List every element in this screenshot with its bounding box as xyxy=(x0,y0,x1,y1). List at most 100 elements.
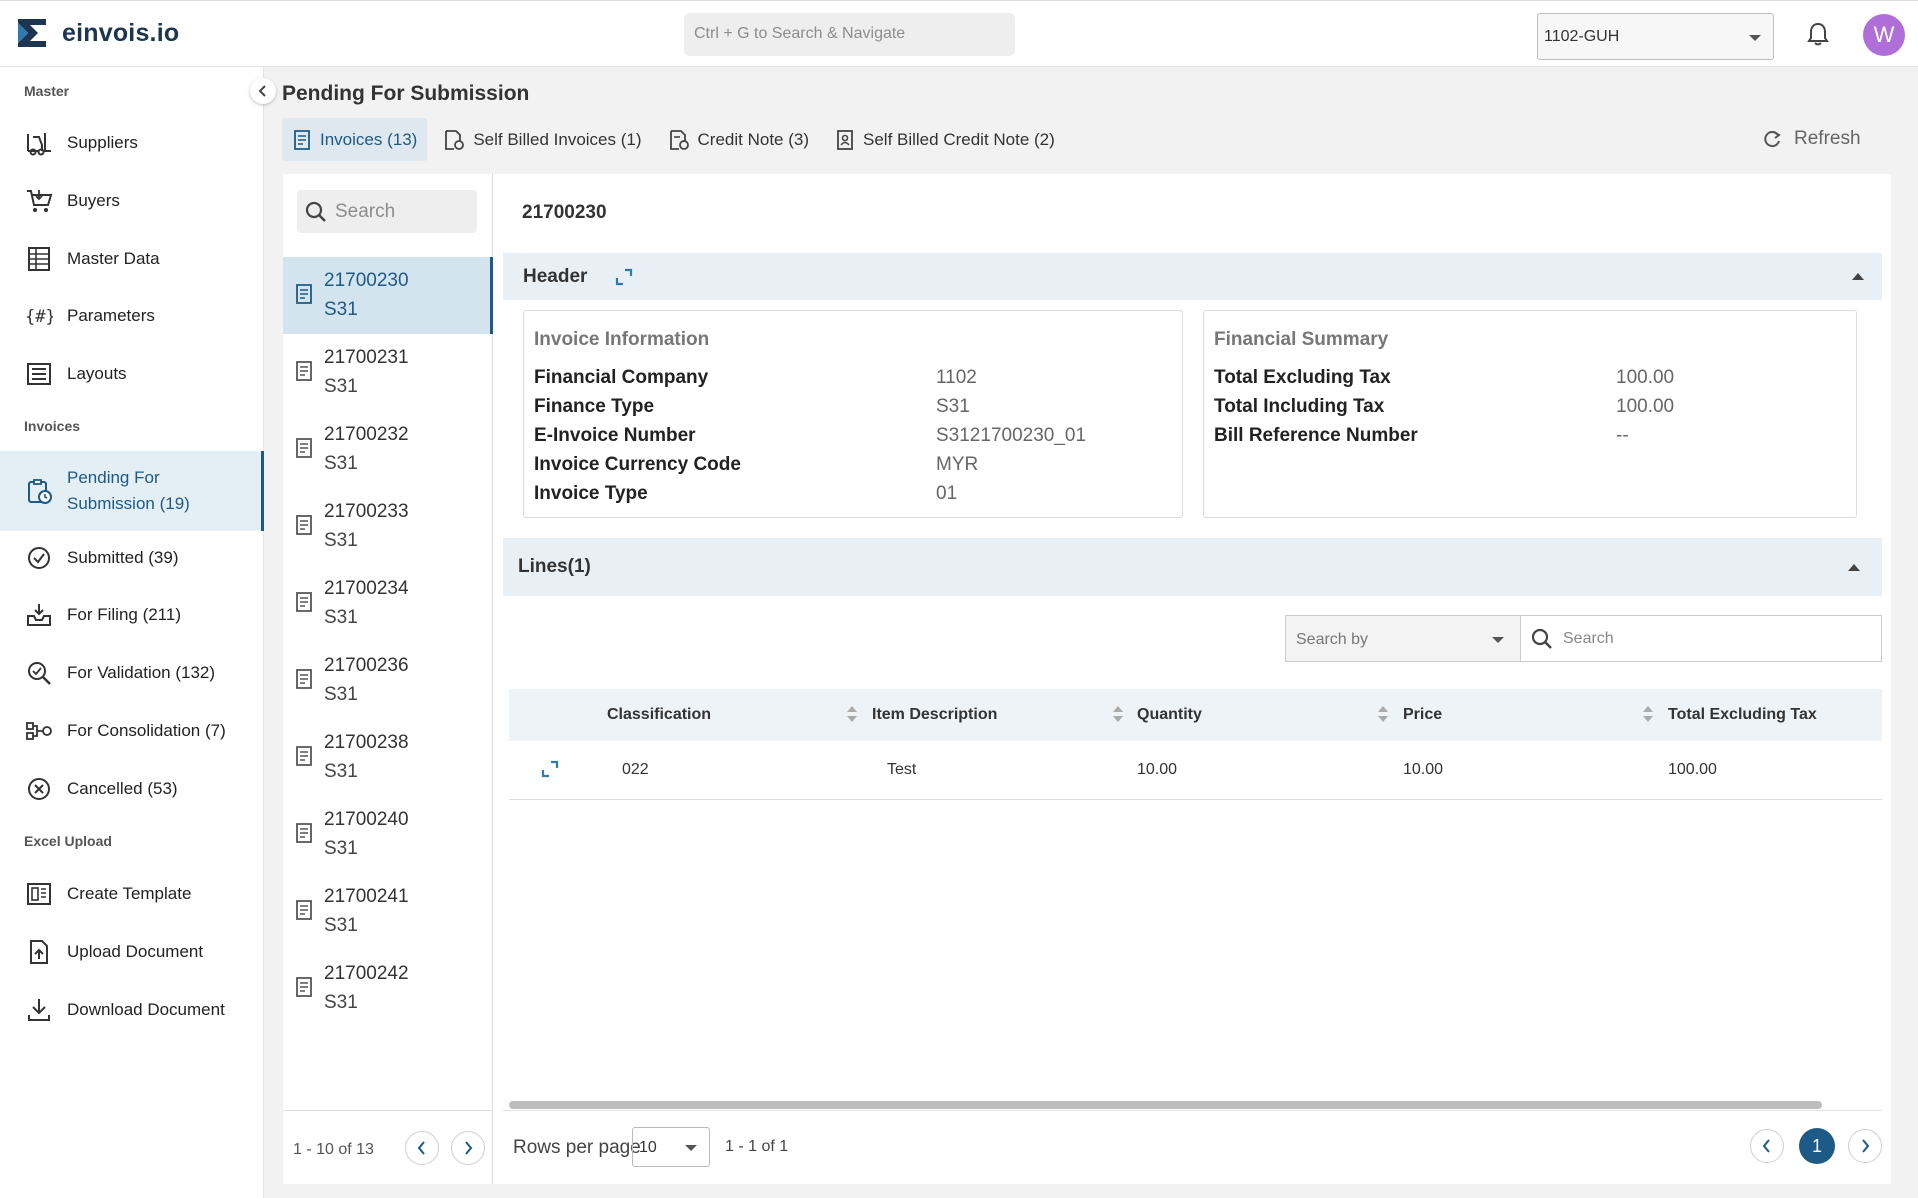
invoice-list-item[interactable]: 21700241 S31 xyxy=(283,873,493,950)
sidebar-item-for-filing[interactable]: For Filing (211) xyxy=(0,590,264,640)
column-header-quantity[interactable]: Quantity xyxy=(1137,706,1202,724)
sort-icon[interactable] xyxy=(1378,706,1388,724)
document-number-title: 21700230 xyxy=(522,202,607,223)
receipt-icon xyxy=(295,360,313,382)
invoice-list-item[interactable]: 21700233 S31 xyxy=(283,488,493,565)
receipt-icon xyxy=(295,514,313,536)
sidebar-item-label: For Consolidation (7) xyxy=(67,721,226,740)
invoice-number: 21700231 xyxy=(324,347,409,368)
sidebar-item-label: Parameters xyxy=(67,306,155,325)
sidebar-item-master-data[interactable]: Master Data xyxy=(0,234,264,284)
next-page-button[interactable] xyxy=(1848,1129,1882,1163)
expand-icon[interactable] xyxy=(615,268,633,286)
sidebar-item-buyers[interactable]: Buyers xyxy=(0,176,264,226)
bell-icon[interactable] xyxy=(1806,21,1830,47)
rows-per-page-select[interactable]: 10 xyxy=(632,1127,710,1167)
sidebar-item-cancelled[interactable]: Cancelled (53) xyxy=(0,764,264,814)
cell-item-description: Test xyxy=(887,761,917,778)
company-select[interactable]: 1102-GUH xyxy=(1537,13,1774,60)
lines-section-bar[interactable]: Lines(1) xyxy=(503,538,1882,596)
cell-price: 10.00 xyxy=(1403,761,1444,778)
field-value: S31 xyxy=(936,396,970,417)
clipboard-clock-icon xyxy=(25,477,53,505)
global-search-input[interactable]: Ctrl + G to Search & Navigate xyxy=(684,13,1015,56)
column-header-classification[interactable]: Classification xyxy=(607,706,711,724)
chevron-down-icon xyxy=(685,1145,697,1151)
field-value: MYR xyxy=(936,454,979,475)
sort-icon[interactable] xyxy=(1113,706,1123,724)
user-avatar[interactable]: W xyxy=(1863,14,1905,56)
sidebar-item-download-document[interactable]: Download Document xyxy=(0,985,264,1035)
invoice-list-item[interactable]: 21700236 S31 xyxy=(283,642,493,719)
sidebar-item-create-template[interactable]: Create Template xyxy=(0,869,264,919)
invoice-number: 21700241 xyxy=(324,886,409,907)
invoice-list-item[interactable]: 21700232 S31 xyxy=(283,411,493,488)
chevron-right-icon xyxy=(462,1141,474,1155)
column-header-item-description[interactable]: Item Description xyxy=(872,706,997,724)
receipt-icon xyxy=(295,283,313,305)
sidebar-item-label: Pending For Submission (19) xyxy=(67,468,190,513)
document-detail-panel: 21700230 Header Invoice Information Fina… xyxy=(493,174,1891,1184)
lines-table-header: Classification Item Description Quantity… xyxy=(509,689,1882,741)
receipt-icon xyxy=(295,976,313,998)
sort-icon[interactable] xyxy=(1643,706,1653,724)
cell-classification: 022 xyxy=(622,761,649,778)
app-logo[interactable]: einvois.io xyxy=(16,16,179,50)
sidebar-item-pending-for-submission[interactable]: Pending For Submission (19) xyxy=(0,451,264,531)
collapse-header-icon[interactable] xyxy=(1852,273,1864,280)
horizontal-scrollbar[interactable] xyxy=(509,1101,1822,1109)
rows-per-page-label: Rows per page xyxy=(513,1137,641,1158)
invoice-type: S31 xyxy=(324,761,358,782)
list-range: 1 - 10 of 13 xyxy=(293,1141,374,1158)
sidebar-item-layouts[interactable]: Layouts xyxy=(0,349,264,399)
search-by-select[interactable]: Search by xyxy=(1285,615,1521,662)
field-value: 100.00 xyxy=(1616,367,1675,388)
sidebar-item-label: Buyers xyxy=(67,191,120,210)
column-header-price[interactable]: Price xyxy=(1403,706,1442,724)
expand-row-icon[interactable] xyxy=(541,760,559,778)
cell-total-excluding-tax: 100.00 xyxy=(1668,761,1717,778)
header-section-title: Header xyxy=(523,265,588,287)
invoice-list-item[interactable]: 21700230 S31 xyxy=(283,257,493,334)
tab-self-billed-credit-note[interactable]: Self Billed Credit Note (2) xyxy=(825,118,1065,161)
sidebar-item-parameters[interactable]: {#} Parameters xyxy=(0,291,264,341)
page-number-button[interactable]: 1 xyxy=(1799,1128,1835,1164)
tab-invoices[interactable]: Invoices (13) xyxy=(282,118,428,161)
top-bar: einvois.io Ctrl + G to Search & Navigate… xyxy=(0,0,1918,67)
prev-page-button[interactable] xyxy=(1750,1129,1784,1163)
list-search-input[interactable]: Search xyxy=(297,190,477,233)
invoice-list-item[interactable]: 21700240 S31 xyxy=(283,796,493,873)
search-icon xyxy=(305,201,327,223)
field-value: 01 xyxy=(936,483,958,504)
collapse-sidebar-button[interactable] xyxy=(250,78,276,104)
company-select-value: 1102-GUH xyxy=(1544,28,1620,45)
inbox-download-icon xyxy=(25,601,53,629)
tab-credit-note[interactable]: Credit Note (3) xyxy=(658,118,819,161)
cell-quantity: 10.00 xyxy=(1137,761,1178,778)
sidebar-item-submitted[interactable]: Submitted (39) xyxy=(0,533,264,583)
sidebar-item-suppliers[interactable]: Suppliers xyxy=(0,118,264,168)
invoice-number: 21700240 xyxy=(324,809,409,830)
refresh-button[interactable]: Refresh xyxy=(1762,128,1861,150)
invoice-list-item[interactable]: 21700231 S31 xyxy=(283,334,493,411)
tab-self-billed-invoices[interactable]: Self Billed Invoices (1) xyxy=(433,118,651,161)
sort-icon[interactable] xyxy=(847,706,857,724)
lines-search-input[interactable]: Search xyxy=(1521,615,1882,662)
financial-summary-title: Financial Summary xyxy=(1214,329,1389,350)
lines-search-placeholder: Search xyxy=(1563,629,1614,647)
collapse-lines-icon[interactable] xyxy=(1848,563,1860,571)
invoice-list-item[interactable]: 21700242 S31 xyxy=(283,950,493,1027)
sidebar-item-label: Suppliers xyxy=(67,133,138,152)
list-next-button[interactable] xyxy=(451,1131,485,1165)
invoice-list-item[interactable]: 21700238 S31 xyxy=(283,719,493,796)
check-circle-icon xyxy=(25,544,53,572)
table-row[interactable]: 022 Test 10.00 10.00 100.00 xyxy=(509,741,1882,800)
sidebar-item-for-consolidation[interactable]: For Consolidation (7) xyxy=(0,706,264,756)
header-section-bar[interactable]: Header xyxy=(503,253,1882,300)
list-prev-button[interactable] xyxy=(405,1131,439,1165)
sidebar-item-upload-document[interactable]: Upload Document xyxy=(0,927,264,977)
column-header-total-excluding-tax[interactable]: Total Excluding Tax xyxy=(1668,706,1817,724)
invoice-list-item[interactable]: 21700234 S31 xyxy=(283,565,493,642)
table-icon xyxy=(25,245,53,273)
sidebar-item-for-validation[interactable]: For Validation (132) xyxy=(0,648,264,698)
